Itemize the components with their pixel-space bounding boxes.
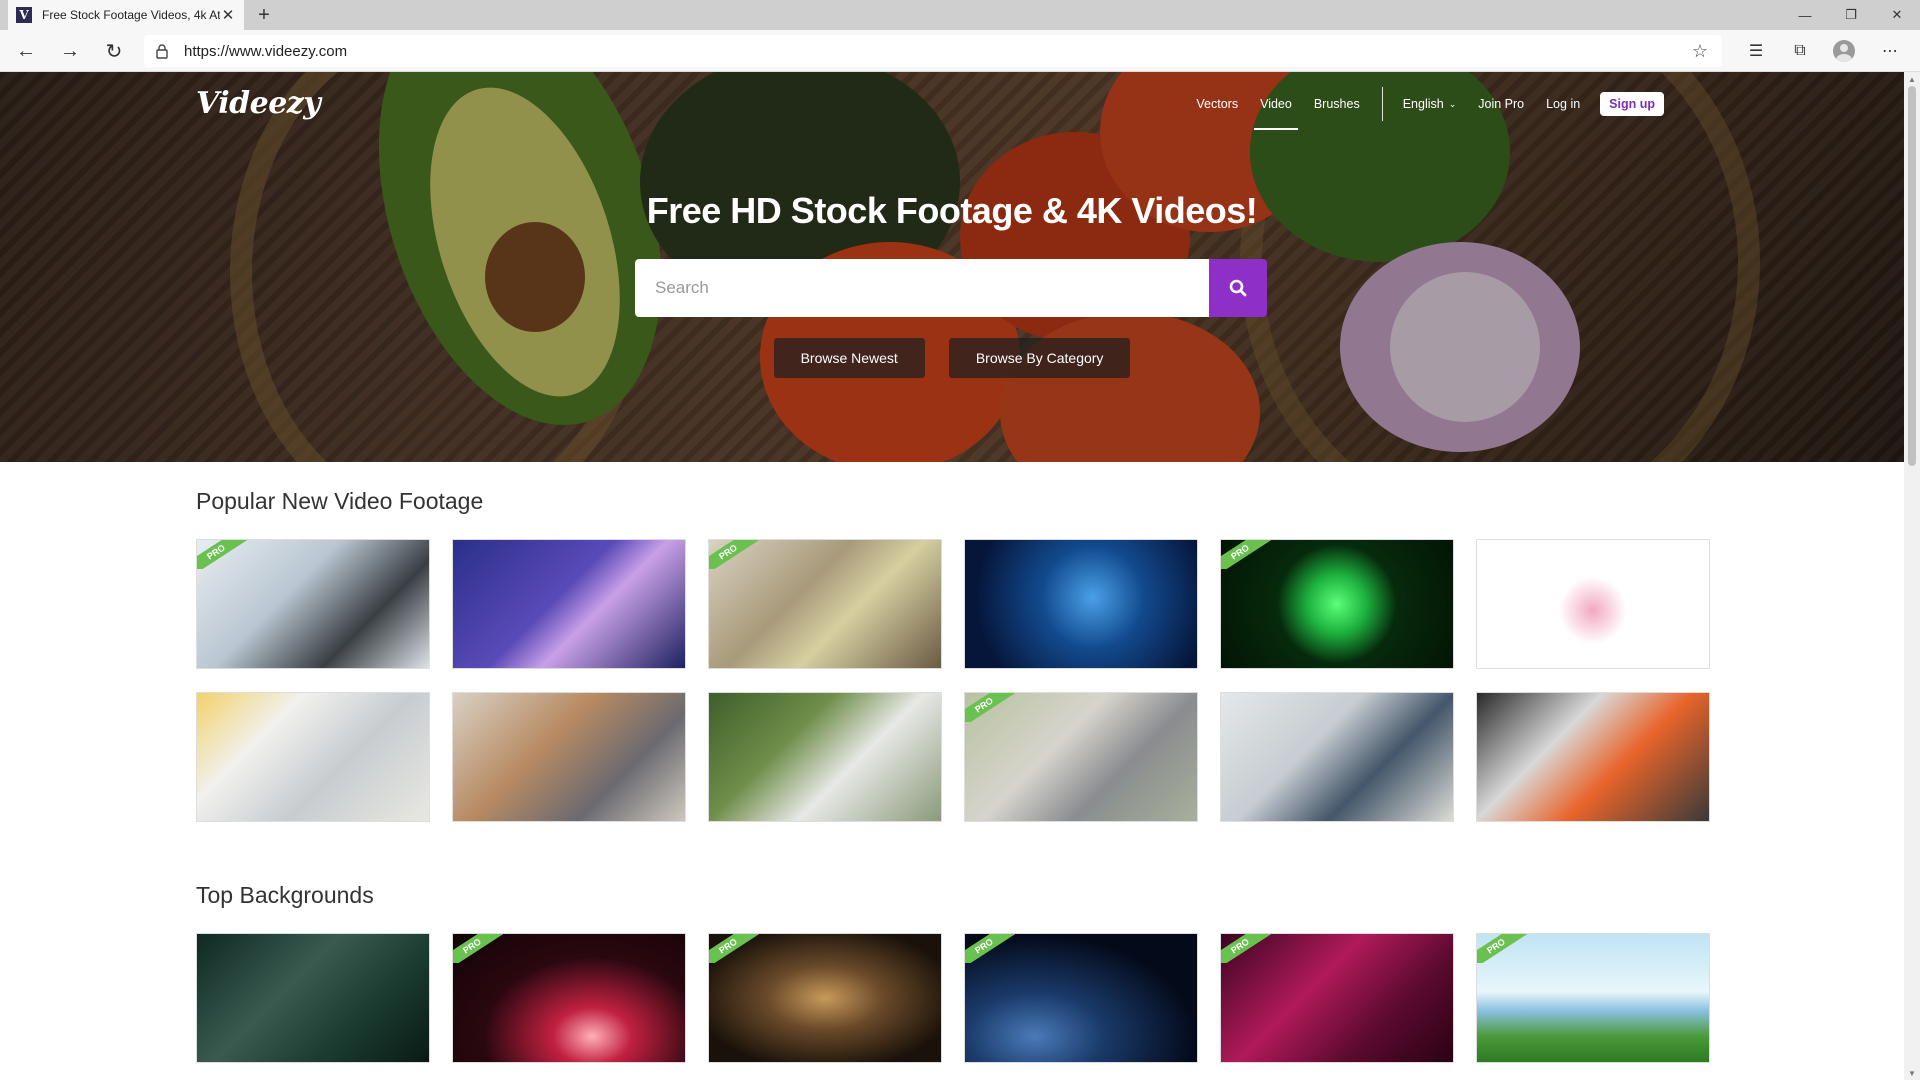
new-tab-icon[interactable]: + [252,3,276,27]
close-tab-icon[interactable]: ✕ [220,6,236,24]
video-thumbnail[interactable] [1476,539,1710,669]
reload-icon[interactable]: ↻ [98,36,130,66]
video-thumbnail[interactable] [196,692,430,822]
back-icon[interactable]: ← [10,36,42,66]
video-thumbnail[interactable] [1220,692,1454,822]
forward-icon[interactable]: → [54,36,86,66]
search-icon [1229,279,1247,297]
backgrounds-section-title: Top Backgrounds [196,882,374,908]
video-thumbnail[interactable] [452,539,686,669]
more-options-icon[interactable]: ⋯ [1874,36,1906,66]
lock-icon [144,43,180,59]
browser-tab-bar: V Free Stock Footage Videos, 4k At ✕ + —… [0,0,1920,30]
scroll-down-icon[interactable]: ▼ [1904,1066,1920,1080]
page-scrollbar[interactable]: ▲ ▼ [1904,72,1920,1080]
minimize-icon[interactable]: — [1782,0,1828,30]
nav-join-pro[interactable]: Join Pro [1478,97,1524,111]
video-thumbnail[interactable] [708,692,942,822]
signup-button[interactable]: Sign up [1600,92,1664,116]
site-logo[interactable]: Videezy [196,86,321,121]
nav-vectors[interactable]: Vectors [1196,97,1238,111]
hero-title: Free HD Stock Footage & 4K Videos! [646,190,1258,231]
video-thumbnail[interactable] [196,933,430,1063]
search-button[interactable] [1209,259,1267,317]
pro-badge: PRO [1477,934,1534,963]
pro-badge: PRO [709,934,766,963]
hero-buttons: Browse Newest Browse By Category [0,338,1904,378]
popular-section-title: Popular New Video Footage [196,488,484,514]
page-viewport: Videezy Vectors Video Brushes English ⌄ … [0,72,1904,1080]
favorites-list-icon[interactable]: ☰ [1740,36,1772,66]
scroll-up-icon[interactable]: ▲ [1904,72,1920,86]
video-thumbnail[interactable]: PRO [196,539,430,669]
address-toolbar: ← → ↻ https://www.videezy.com ☆ ☰ ⧉ ⋯ [0,30,1920,72]
pro-badge: PRO [965,934,1022,963]
video-thumbnail[interactable] [964,539,1198,669]
nav-video[interactable]: Video [1254,97,1298,130]
search-bar [635,259,1267,317]
video-thumbnail[interactable]: PRO [964,692,1198,822]
url-text: https://www.videezy.com [184,42,348,60]
collections-icon[interactable]: ⧉ [1784,36,1816,66]
video-thumbnail[interactable]: PRO [708,933,942,1063]
browse-newest-button[interactable]: Browse Newest [773,338,925,378]
address-bar[interactable]: https://www.videezy.com ☆ [144,35,1722,67]
profile-icon[interactable] [1828,36,1860,66]
pro-badge: PRO [197,540,254,569]
video-thumbnail[interactable]: PRO [1476,933,1710,1063]
video-thumbnail[interactable]: PRO [964,933,1198,1063]
video-thumbnail[interactable]: PRO [1220,539,1454,669]
chevron-down-icon: ⌄ [1448,98,1457,109]
top-navigation: Vectors Video Brushes English ⌄ Join Pro… [1174,87,1664,130]
pro-badge: PRO [1221,934,1278,963]
pro-badge: PRO [709,540,766,569]
close-window-icon[interactable]: ✕ [1874,0,1920,30]
language-label: English [1402,97,1444,111]
search-input[interactable] [635,259,1209,317]
video-thumbnail[interactable]: PRO [1220,933,1454,1063]
site-favicon-icon: V [16,7,32,23]
video-thumbnail[interactable] [1476,692,1710,822]
avatar [1833,40,1855,62]
scrollbar-thumb[interactable] [1908,86,1916,466]
language-selector[interactable]: English ⌄ [1403,97,1457,111]
favorite-star-icon[interactable]: ☆ [1692,41,1708,62]
video-thumbnail[interactable]: PRO [708,539,942,669]
tab-title: Free Stock Footage Videos, 4k At [42,8,220,22]
hero-banner: Videezy Vectors Video Brushes English ⌄ … [0,72,1904,462]
nav-divider [1381,87,1383,121]
video-thumbnail[interactable] [452,692,686,822]
pro-badge: PRO [965,693,1022,722]
browse-category-button[interactable]: Browse By Category [948,338,1131,378]
pro-badge: PRO [453,934,510,963]
nav-login[interactable]: Log in [1546,97,1580,111]
browser-tab[interactable]: V Free Stock Footage Videos, 4k At ✕ [8,0,244,30]
nav-brushes[interactable]: Brushes [1314,97,1360,111]
pro-badge: PRO [1221,540,1278,569]
restore-icon[interactable]: ❐ [1828,0,1874,30]
video-thumbnail[interactable]: PRO [452,933,686,1063]
